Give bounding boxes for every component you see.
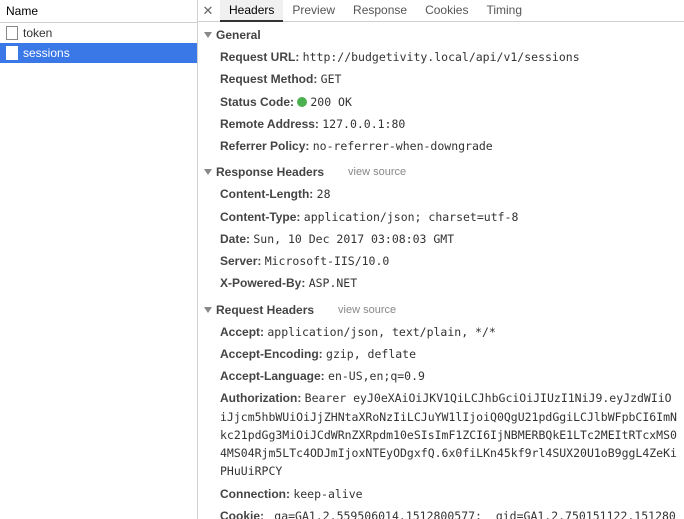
tab-preview[interactable]: Preview (283, 0, 344, 21)
header-entry: Connection: keep-alive (220, 483, 678, 505)
header-entry: Referrer Policy: no-referrer-when-downgr… (220, 135, 678, 157)
entry-value: _ga=GA1.2.559506014.1512800577; _gid=GA1… (220, 509, 676, 519)
file-icon (6, 26, 18, 40)
section-title: Response Headers (216, 165, 324, 179)
tab-cookies[interactable]: Cookies (416, 0, 477, 21)
content: General Request URL: http://budgetivity.l… (198, 22, 684, 519)
sidebar-item-label: token (23, 26, 52, 40)
view-source-link[interactable]: view source (348, 166, 406, 178)
sidebar-header: Name (0, 0, 197, 23)
entry-key: Content-Type: (220, 210, 304, 224)
entry-value: application/json, text/plain, */* (267, 325, 495, 339)
header-entry: Request Method: GET (220, 68, 678, 90)
entry-value: 200 OK (310, 95, 352, 109)
header-entry: Server: Microsoft-IIS/10.0 (220, 250, 678, 272)
entry-value: Sun, 10 Dec 2017 03:08:03 GMT (253, 232, 454, 246)
section-title: Request Headers (216, 303, 314, 317)
section-title: General (216, 28, 261, 42)
entry-key: Accept-Encoding: (220, 347, 326, 361)
main-header: ✕ HeadersPreviewResponseCookiesTiming (198, 0, 684, 22)
status-dot-icon (297, 97, 307, 107)
close-icon[interactable]: ✕ (200, 3, 216, 19)
sidebar: Name token sessions (0, 0, 198, 519)
entry-value: application/json; charset=utf-8 (304, 210, 519, 224)
entry-key: Status Code: (220, 95, 297, 109)
tab-timing[interactable]: Timing (477, 0, 531, 21)
section-header-general[interactable]: General (198, 24, 684, 46)
entry-value: ASP.NET (309, 276, 357, 290)
header-entry: Request URL: http://budgetivity.local/ap… (220, 46, 678, 68)
tabs: HeadersPreviewResponseCookiesTiming (220, 0, 531, 21)
section-entries-response: Content-Length: 28Content-Type: applicat… (198, 183, 684, 298)
header-entry: Status Code: 200 OK (220, 91, 678, 113)
entry-value: gzip, deflate (326, 347, 416, 361)
sidebar-item-token[interactable]: token (0, 23, 197, 43)
header-entry: X-Powered-By: ASP.NET (220, 272, 678, 294)
entry-key: Connection: (220, 487, 293, 501)
entry-value: no-referrer-when-downgrade (313, 139, 493, 153)
entry-key: Date: (220, 232, 253, 246)
header-entry: Accept-Encoding: gzip, deflate (220, 343, 678, 365)
header-entry: Accept-Language: en-US,en;q=0.9 (220, 365, 678, 387)
entry-value: keep-alive (293, 487, 362, 501)
entry-key: Remote Address: (220, 117, 322, 131)
sidebar-item-label: sessions (23, 46, 70, 60)
entry-value: en-US,en;q=0.9 (328, 369, 425, 383)
entry-key: Authorization: (220, 391, 305, 405)
header-entry: Remote Address: 127.0.0.1:80 (220, 113, 678, 135)
entry-key: Accept: (220, 325, 267, 339)
header-entry: Authorization: Bearer eyJ0eXAiOiJKV1QiLC… (220, 387, 678, 482)
sidebar-items: token sessions (0, 23, 197, 519)
tab-headers[interactable]: Headers (220, 0, 283, 22)
header-entry: Cookie: _ga=GA1.2.559506014.1512800577; … (220, 505, 678, 519)
entry-value: 28 (317, 187, 331, 201)
main-panel: ✕ HeadersPreviewResponseCookiesTiming Ge… (198, 0, 684, 519)
header-entry: Content-Length: 28 (220, 183, 678, 205)
view-source-link[interactable]: view source (338, 304, 396, 316)
entry-value: Microsoft-IIS/10.0 (265, 254, 390, 268)
entry-key: Request Method: (220, 72, 321, 86)
entry-key: Content-Length: (220, 187, 317, 201)
section-entries-general: Request URL: http://budgetivity.local/ap… (198, 46, 684, 161)
sidebar-item-sessions[interactable]: sessions (0, 43, 197, 63)
caret-down-icon (204, 169, 212, 175)
header-entry: Accept: application/json, text/plain, */… (220, 321, 678, 343)
tab-response[interactable]: Response (344, 0, 416, 21)
entry-key: X-Powered-By: (220, 276, 309, 290)
caret-down-icon (204, 307, 212, 313)
entry-value: http://budgetivity.local/api/v1/sessions (303, 50, 580, 64)
file-icon (6, 46, 18, 60)
entry-key: Referrer Policy: (220, 139, 313, 153)
entry-key: Server: (220, 254, 265, 268)
section-header-response[interactable]: Response Headers view source (198, 161, 684, 183)
entry-key: Cookie: (220, 509, 267, 519)
entry-value: GET (321, 72, 342, 86)
section-entries-request: Accept: application/json, text/plain, */… (198, 321, 684, 519)
entry-key: Request URL: (220, 50, 303, 64)
caret-down-icon (204, 32, 212, 38)
entry-key: Accept-Language: (220, 369, 328, 383)
entry-value: 127.0.0.1:80 (322, 117, 405, 131)
header-entry: Content-Type: application/json; charset=… (220, 206, 678, 228)
section-header-request[interactable]: Request Headers view source (198, 299, 684, 321)
header-entry: Date: Sun, 10 Dec 2017 03:08:03 GMT (220, 228, 678, 250)
